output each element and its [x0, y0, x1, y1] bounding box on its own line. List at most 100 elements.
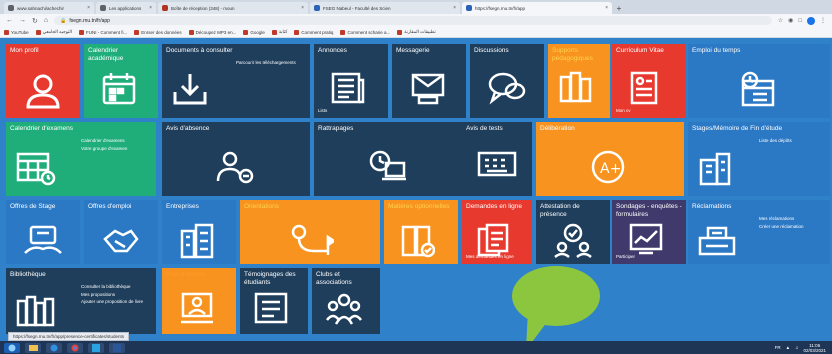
- word-icon[interactable]: [109, 342, 125, 353]
- tile-grade[interactable]: Délibération A+: [536, 122, 684, 196]
- bookmark-item[interactable]: التوجيه الجامعي: [35, 29, 72, 35]
- company-icon: [698, 150, 732, 191]
- bookmark-item[interactable]: YouTube: [4, 29, 29, 35]
- tile-schedule[interactable]: Emploi du temps: [688, 44, 830, 118]
- tab-favicon-icon: [100, 5, 106, 11]
- tile-link[interactable]: Participer: [616, 254, 682, 260]
- tile-title: Supports pédagogiques: [552, 47, 593, 62]
- tile-user[interactable]: Mon profil: [6, 44, 80, 118]
- tile-title: Avis d'absence: [166, 125, 210, 132]
- tile-claim[interactable]: Réclamations Mes réclamations Créer une ré…: [688, 200, 830, 264]
- tile-chat[interactable]: Discussions: [470, 44, 544, 118]
- window-icon[interactable]: □: [798, 18, 802, 24]
- exam-calendar-icon: [16, 150, 56, 191]
- tile-link[interactable]: Mes demandes en ligne: [466, 254, 528, 260]
- back-icon[interactable]: ←: [6, 17, 13, 24]
- tile-keyboard[interactable]: Avis de tests: [462, 122, 532, 196]
- tray-lang[interactable]: FR: [775, 345, 781, 350]
- bookmark-item[interactable]: كتابة: [271, 29, 288, 35]
- tile-attendance[interactable]: Attestation de présence: [536, 200, 610, 264]
- tile-title: Clubs et associations: [316, 271, 352, 286]
- tab-close-icon[interactable]: ×: [301, 5, 304, 11]
- tile-link[interactable]: Parcourir les téléchargements: [236, 60, 307, 66]
- bookmark-item[interactable]: Découpez MP3 en...: [188, 29, 236, 35]
- tile-link[interactable]: Votre groupe d'examen: [81, 146, 153, 152]
- extensions-icon[interactable]: ◉: [788, 17, 793, 24]
- forward-icon[interactable]: →: [19, 17, 26, 24]
- tile-download[interactable]: Documents à consulter Parcourir les téléc…: [162, 44, 310, 118]
- tile-clubs[interactable]: Clubs et associations: [312, 268, 380, 334]
- tab-close-icon[interactable]: ×: [605, 5, 608, 11]
- tile-calendar[interactable]: Calendrier académique: [84, 44, 158, 118]
- tile-link[interactable]: Liste des dépôts: [759, 138, 827, 144]
- tile-library[interactable]: Bibliothèque Consulter la bibliothèque Mes…: [6, 268, 156, 334]
- tile-request[interactable]: Demandes en ligne Mes demandes en ligne: [462, 200, 532, 264]
- tile-title: Délibération: [540, 125, 575, 132]
- home-icon[interactable]: ⌂: [44, 17, 48, 24]
- browser-tab[interactable]: https://fsegn.rnu.tn/fr/app ×: [462, 2, 612, 14]
- tile-exam-calendar[interactable]: Calendrier d'examens Calendrier d'examens…: [6, 122, 156, 196]
- tile-link[interactable]: Mes propositions: [81, 292, 153, 298]
- browser-tab[interactable]: www.sahnachi/achechir ×: [4, 2, 94, 14]
- tile-mail[interactable]: Messagerie: [392, 44, 466, 118]
- browser-tab[interactable]: Boîte de réception (348) - moun ×: [158, 2, 308, 14]
- tile-link[interactable]: Mes réclamations: [759, 216, 827, 222]
- browser-tab[interactable]: FSEG Nabeul - Faculté des Scien ×: [310, 2, 460, 14]
- tab-close-icon[interactable]: ×: [453, 5, 456, 11]
- tile-route[interactable]: Orientations: [240, 200, 380, 264]
- tab-close-icon[interactable]: ×: [149, 5, 152, 11]
- tile-testimonial[interactable]: Témoignages des étudiants: [240, 268, 308, 334]
- chrome-icon[interactable]: [67, 342, 83, 353]
- bookmark-favicon-icon: [397, 29, 403, 35]
- tray-date[interactable]: 02/03/2021: [803, 348, 826, 353]
- tab-close-icon[interactable]: ×: [87, 5, 90, 11]
- bookmark-item[interactable]: Comment pratiq: [294, 29, 333, 35]
- buildings-icon: [179, 223, 215, 264]
- profile-avatar[interactable]: [807, 16, 815, 25]
- tab-favicon-icon: [8, 5, 14, 11]
- bookmark-item[interactable]: Google: [243, 29, 265, 35]
- bookmark-item[interactable]: تطبيقات المقارنة: [397, 29, 436, 35]
- tile-books[interactable]: Supports pédagogiques: [548, 44, 610, 118]
- tile-link[interactable]: Ajouter une proposition de livre: [81, 299, 153, 305]
- star-icon[interactable]: ☆: [778, 17, 783, 24]
- tile-survey[interactable]: Sondages - enquêtes - formulaires Partici…: [612, 200, 686, 264]
- bookmark-label: كتابة: [278, 29, 288, 34]
- tile-link[interactable]: Lists: [318, 108, 384, 114]
- file-explorer-icon[interactable]: [25, 342, 41, 353]
- network-icon[interactable]: ▲: [786, 345, 790, 350]
- browser-tab[interactable]: Les applications ×: [96, 2, 156, 14]
- tile-company[interactable]: Stages/Mémoire de Fin d'étude Liste des d…: [688, 122, 830, 196]
- tile-link[interactable]: Mon cv: [616, 108, 682, 114]
- new-tab-button[interactable]: +: [614, 4, 624, 14]
- clock-laptop-icon: [368, 149, 408, 188]
- tile-link[interactable]: Consulter la bibliothèque: [81, 284, 153, 290]
- tile-buildings[interactable]: Entreprises: [162, 200, 236, 264]
- tile-options[interactable]: Matières optionnelles: [384, 200, 458, 264]
- tile-title: Témoignages des étudiants: [244, 271, 296, 286]
- tile-link[interactable]: Calendrier d'examens: [81, 138, 153, 144]
- url-field[interactable]: 🔒 fsegn.rnu.tn/fr/app: [54, 16, 772, 25]
- edge-icon[interactable]: [46, 342, 62, 353]
- menu-icon[interactable]: ⋮: [820, 17, 826, 24]
- tile-newspaper[interactable]: Annonces Lists: [314, 44, 388, 118]
- tile-title: Bibliothèque: [10, 271, 46, 278]
- bookmark-label: Enrser des données: [141, 29, 182, 35]
- tile-link[interactable]: Créer une réclamation: [759, 224, 827, 230]
- tile-title: Rattrapages: [318, 125, 354, 132]
- tile-cv[interactable]: Curriculum Vitae Mon cv: [612, 44, 686, 118]
- bookmark-item[interactable]: FUNI - Comment fi...: [79, 29, 127, 35]
- tile-handshake[interactable]: Offres d'emploi: [84, 200, 158, 264]
- volume-icon[interactable]: ♫: [795, 345, 798, 350]
- tile-internship[interactable]: Offres de Stage: [6, 200, 80, 264]
- start-icon[interactable]: [4, 342, 20, 353]
- bookmark-item[interactable]: Comment scharie a...: [340, 29, 390, 35]
- tile-study-plan[interactable]: Plan d'études: [162, 268, 236, 334]
- tile-clock-laptop[interactable]: Rattrapages: [314, 122, 462, 196]
- app-icon[interactable]: [88, 342, 104, 353]
- reload-icon[interactable]: ↻: [32, 17, 38, 25]
- tile-title: Annonces: [318, 47, 347, 54]
- tile-title: Demandes en ligne: [466, 203, 523, 210]
- tile-users-minus[interactable]: Avis d'absence: [162, 122, 310, 196]
- bookmark-item[interactable]: Enrser des données: [134, 29, 182, 35]
